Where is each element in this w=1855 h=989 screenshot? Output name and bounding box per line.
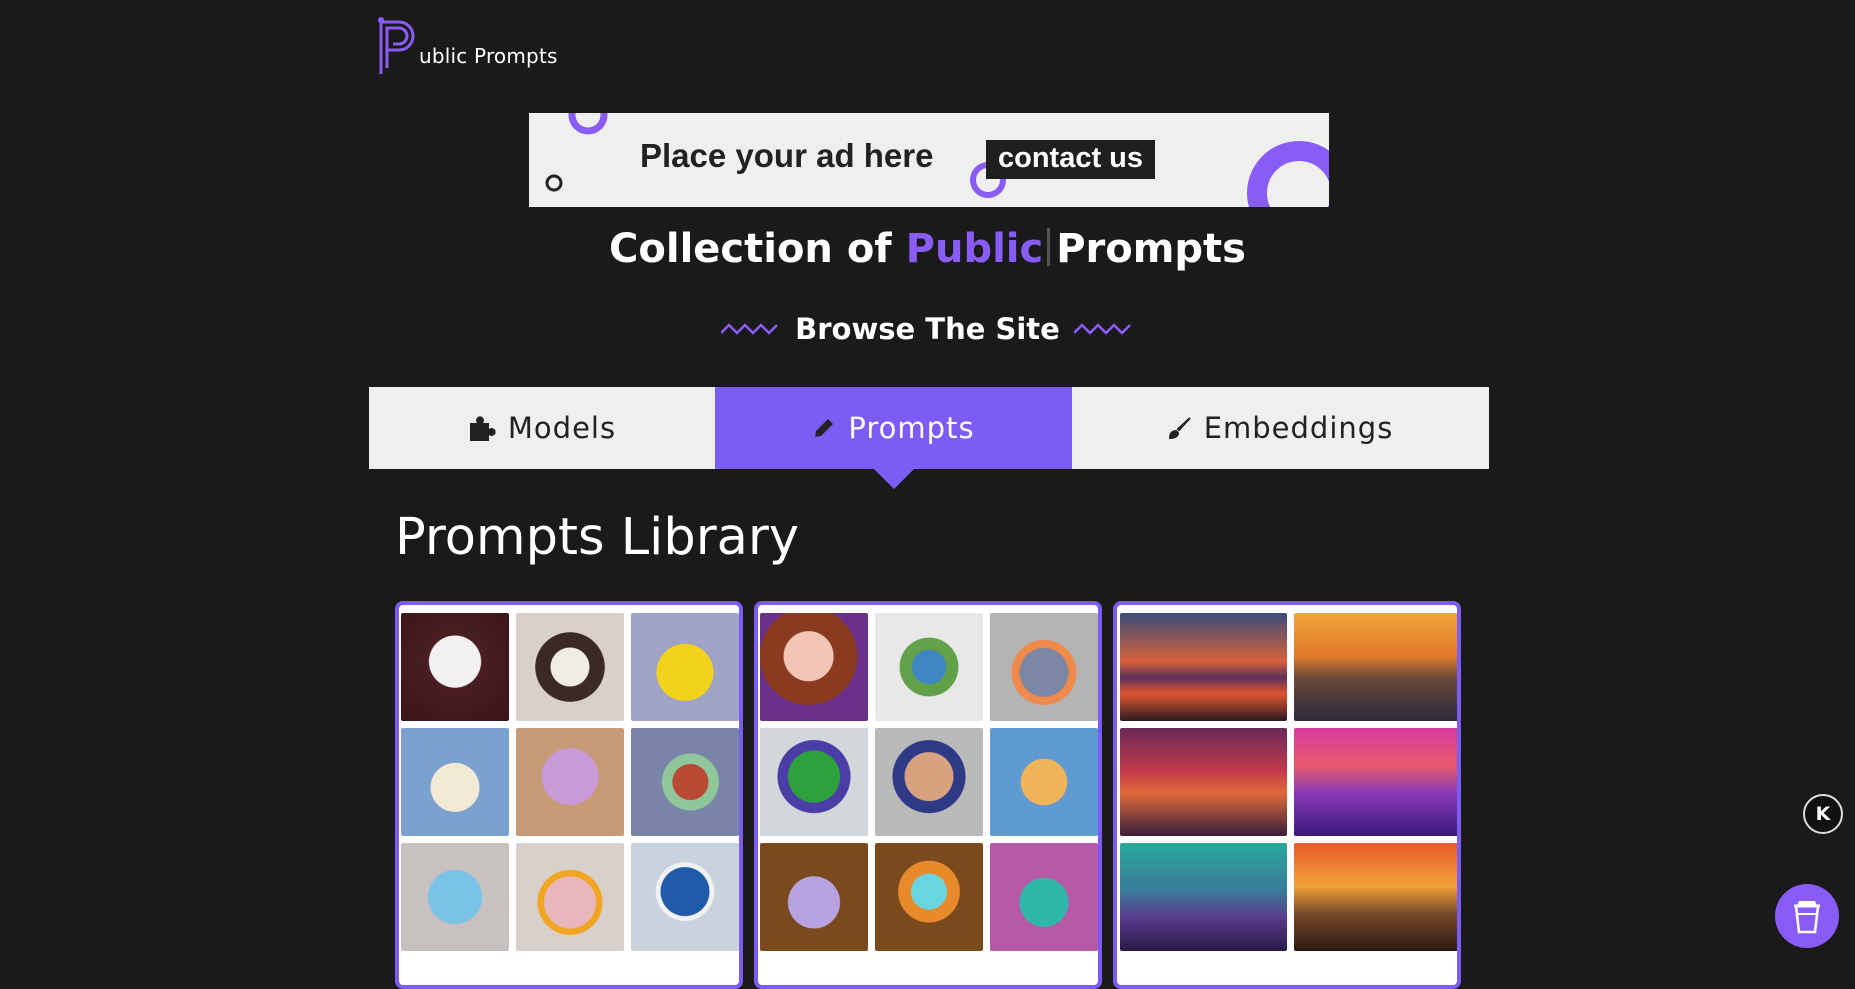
tile-image [631,728,739,836]
prompt-card-landscapes[interactable] [1113,601,1461,989]
tile-image [516,613,624,721]
typing-cursor [1047,228,1051,266]
tile-image [1120,728,1287,836]
tile-image [760,728,868,836]
coffee-cup-icon [1794,901,1820,934]
tile-image [1294,613,1457,721]
tile-image [990,843,1098,951]
tile-image [401,613,509,721]
tab-models[interactable]: Models [369,387,715,469]
tile-image [1120,843,1287,951]
hero-suffix: Prompts [1056,226,1246,272]
ad-contact-button[interactable]: contact us [986,140,1156,179]
ad-headline: Place your ad here [640,137,934,174]
puzzle-icon [469,416,496,441]
tile-image [760,843,868,951]
hero-heading: Collection of Public Prompts [0,226,1855,272]
tab-prompts-label: Prompts [848,411,975,445]
zigzag-left-icon [721,323,779,335]
tab-embeddings[interactable]: Embeddings [1072,387,1489,469]
library-title: Prompts Library [395,508,800,567]
tile-image [631,843,739,951]
tile-image [875,613,983,721]
tile-image [1294,728,1457,836]
prompt-card-animals[interactable] [395,601,743,989]
tile-image [990,728,1098,836]
browse-title: Browse The Site [795,312,1060,346]
tile-image [1120,613,1287,721]
buy-me-a-coffee-button[interactable] [1775,884,1839,948]
tile-image [760,613,868,721]
hero-prefix: Collection of [609,226,892,272]
tile-image [401,728,509,836]
browse-heading: Browse The Site [0,312,1855,346]
tab-embeddings-label: Embeddings [1203,411,1394,445]
hero-accent: Public [905,226,1044,272]
tab-models-label: Models [507,411,617,445]
prompt-card-characters[interactable] [754,601,1102,989]
tile-image [875,843,983,951]
ad-banner[interactable]: Place your ad here contact us [529,113,1329,207]
tile-image [631,613,739,721]
tile-image [1294,843,1457,951]
tab-prompts[interactable]: Prompts [715,387,1072,489]
tile-image [875,728,983,836]
logo-p-icon [378,17,415,74]
site-logo[interactable]: ublic Prompts [377,16,558,76]
logo-text: ublic Prompts [419,44,558,68]
brush-icon [1168,417,1191,440]
tile-image [516,843,624,951]
zigzag-right-icon [1073,323,1131,335]
tile-image [990,613,1098,721]
site-tabs: Models Prompts Embeddings [369,387,1489,489]
pencil-icon [815,419,834,437]
tile-image [401,843,509,951]
tile-image [516,728,624,836]
k-badge-button[interactable]: K [1803,794,1843,834]
